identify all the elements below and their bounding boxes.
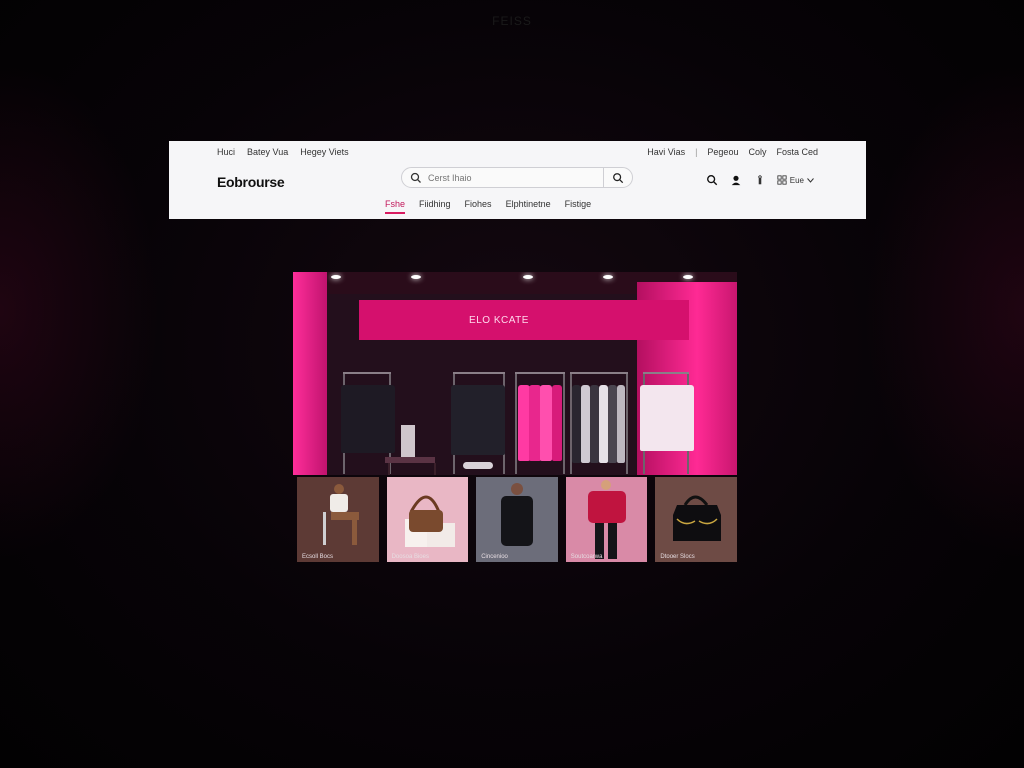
globe-icon [777,175,787,185]
thumbnail-card[interactable]: Ecsoll Bocs [297,477,379,562]
thumbnail-card[interactable]: Dtooer Slocs [655,477,737,562]
thumbnail-card[interactable]: Soutcoarwa [565,477,648,562]
chevron-down-icon [807,177,814,183]
user-icon[interactable] [729,173,743,187]
site-header: Huci Batey Vua Hegey Viets Havi Vias | P… [169,141,866,219]
garment-shirt [608,385,617,463]
display-table-legs [388,463,436,475]
person-red-shirt-image [565,477,648,562]
thumbnail-caption: Ecsoll Bocs [302,554,334,560]
tab-category[interactable]: Fiidhing [419,199,451,214]
garment-shirt [617,385,625,463]
handbag-image [386,477,469,562]
thumbnail-caption: Doosoa Bioes [391,554,429,560]
product-thumbnails: Ecsoll Bocs Doosoa Bioes Cincenioo Soutc… [297,477,737,562]
ceiling-light [683,275,693,279]
store-sign: ELO KCATE [469,314,529,326]
utility-nav-left: Huci Batey Vua Hegey Viets [217,147,349,157]
garment-shirt [599,385,608,463]
utility-link[interactable]: Hegey Viets [300,147,348,157]
utility-link[interactable]: Havi Vias [647,147,685,157]
garment-shirt [540,385,552,461]
ambient-glow-left [0,60,160,560]
language-label: Eue [789,175,804,185]
garment-shirt [341,385,395,453]
black-bag-image [655,477,737,562]
utility-link[interactable]: Huci [217,147,235,157]
thumbnail-card[interactable]: Cincenioo [476,477,558,562]
tab-category[interactable]: Fistige [565,199,592,214]
ceiling-light [523,275,533,279]
header-actions: Eue [705,173,814,187]
top-caption: FEISS [492,14,532,28]
site-logo[interactable]: Eobrourse [217,174,285,190]
tab-category[interactable]: Fiohes [465,199,492,214]
display-stand [401,425,415,457]
utility-link[interactable]: Batey Vua [247,147,288,157]
search-icon [613,172,624,183]
person-jacket-image [476,477,558,562]
search-input[interactable] [426,171,600,184]
garment-shirt [451,385,505,455]
store-hero-image[interactable]: ELO KCATE [293,272,737,475]
bag-icon[interactable] [753,173,767,187]
divider: | [695,147,698,157]
ceiling-light [331,275,341,279]
utility-link[interactable]: Coly [748,147,766,157]
ambient-glow-right [864,60,1024,560]
search-icon [410,172,421,183]
garment-shirt [640,385,694,451]
garment-shirt [590,385,599,463]
shoes [463,462,493,469]
search-icon[interactable] [705,173,719,187]
ceiling-light [411,275,421,279]
search-button[interactable] [603,168,632,187]
thumbnail-caption: Dtooer Slocs [660,554,695,560]
utility-link[interactable]: Fosta Ced [776,147,818,157]
thumbnail-caption: Cincenioo [481,554,508,560]
garment-shirt [572,385,581,463]
thumbnail-card[interactable]: Doosoa Bioes [386,477,469,562]
person-seated-image [297,477,379,562]
language-selector[interactable]: Eue [777,175,814,185]
garment-shirt [552,385,562,461]
ceiling-light [603,275,613,279]
utility-link[interactable]: Pegeou [707,147,738,157]
tab-category[interactable]: Fshe [385,199,406,214]
search-bar [401,167,633,188]
canvas: FEISS Huci Batey Vua Hegey Viets Havi Vi… [0,0,1024,768]
thumbnail-caption: Soutcoarwa [570,554,603,560]
category-nav: Fshe Fiidhing Fiohes Elphtinetne Fistige [385,199,591,214]
tab-category[interactable]: Elphtinetne [506,199,551,214]
store-side-wall [293,272,327,475]
garment-shirt [581,385,590,463]
utility-nav-right: Havi Vias | Pegeou Coly Fosta Ced [647,147,818,157]
